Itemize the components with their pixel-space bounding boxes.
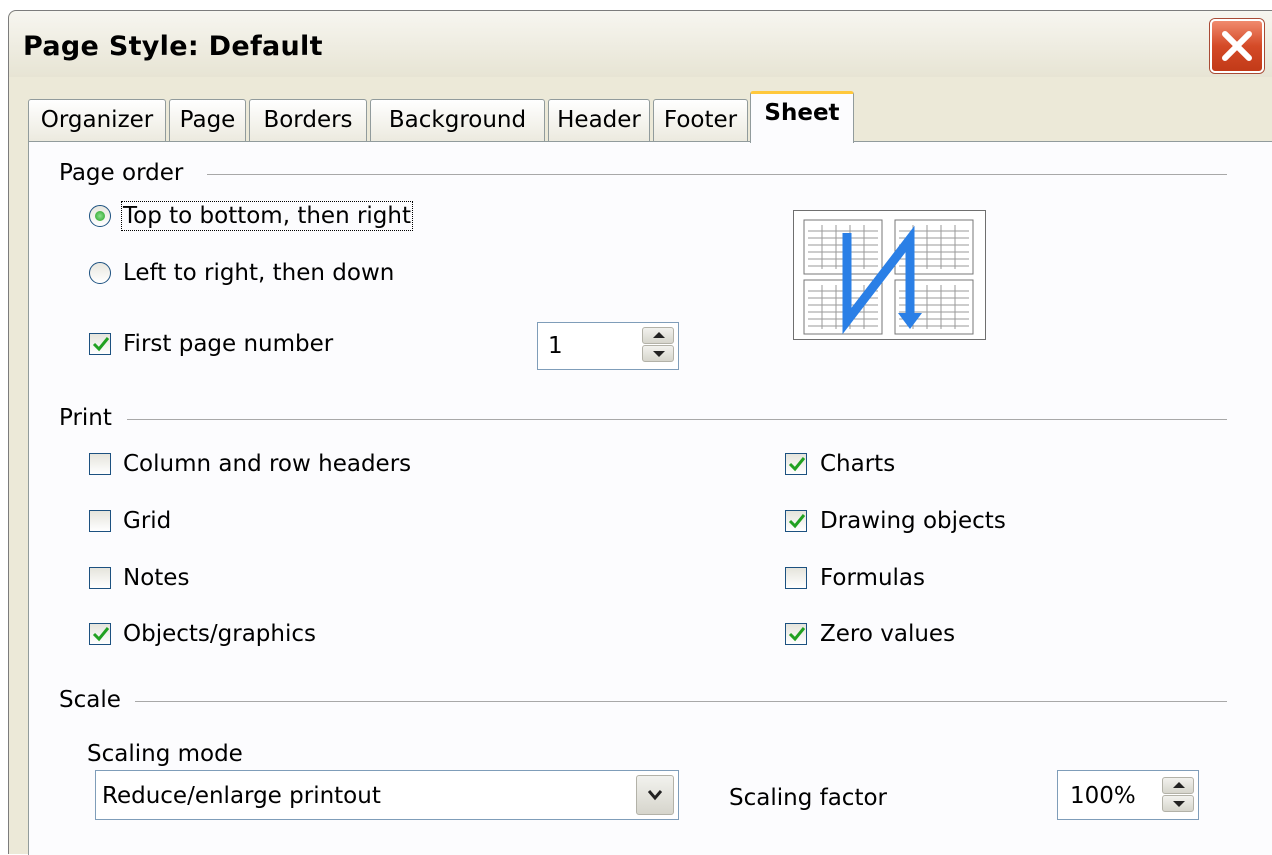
dialog-title: Page Style: Default — [23, 31, 323, 62]
page-order-preview-icon — [803, 219, 974, 335]
charts-checkbox[interactable] — [785, 453, 807, 475]
notes-checkbox[interactable] — [89, 567, 111, 589]
column-row-headers-checkbox[interactable] — [89, 453, 111, 475]
tab-sheet[interactable]: Sheet — [750, 91, 854, 143]
page-order-preview — [793, 210, 986, 340]
tab-footer[interactable]: Footer — [653, 99, 748, 141]
charts-label[interactable]: Charts — [820, 451, 895, 477]
tab-header[interactable]: Header — [548, 99, 650, 141]
close-button[interactable] — [1210, 19, 1264, 73]
column-row-headers-label[interactable]: Column and row headers — [123, 451, 411, 477]
spin-up-button[interactable] — [642, 327, 674, 344]
page-style-dialog: Page Style: Default Organizer Page Borde… — [8, 10, 1272, 855]
spin-down-button[interactable] — [1162, 795, 1194, 812]
scale-divider — [135, 701, 1227, 702]
notes-label[interactable]: Notes — [123, 565, 189, 591]
left-to-right-label[interactable]: Left to right, then down — [123, 260, 394, 286]
tab-borders[interactable]: Borders — [249, 99, 367, 141]
scaling-mode-value: Reduce/enlarge printout — [102, 783, 381, 809]
objects-graphics-label[interactable]: Objects/graphics — [123, 621, 316, 647]
objects-graphics-checkbox[interactable] — [89, 623, 111, 645]
zero-values-label[interactable]: Zero values — [820, 621, 955, 647]
tab-page[interactable]: Page — [169, 99, 246, 141]
tab-background[interactable]: Background — [370, 99, 545, 141]
first-page-number-value: 1 — [548, 333, 563, 359]
scaling-factor-label: Scaling factor — [729, 785, 887, 811]
title-bar[interactable]: Page Style: Default — [9, 11, 1272, 77]
spin-up-button[interactable] — [1162, 777, 1194, 794]
drawing-objects-label[interactable]: Drawing objects — [820, 508, 1006, 534]
scaling-factor-value: 100% — [1070, 783, 1136, 809]
checkmark-icon — [788, 457, 806, 472]
page-order-heading: Page order — [59, 160, 196, 186]
formulas-checkbox[interactable] — [785, 567, 807, 589]
first-page-number-label[interactable]: First page number — [123, 331, 333, 357]
scaling-mode-dropdown[interactable]: Reduce/enlarge printout — [95, 770, 679, 820]
grid-checkbox[interactable] — [89, 510, 111, 532]
spin-down-button[interactable] — [642, 345, 674, 362]
page-order-divider — [207, 174, 1227, 175]
first-page-number-field[interactable]: 1 — [537, 322, 679, 370]
grid-label[interactable]: Grid — [123, 508, 171, 534]
dropdown-button[interactable] — [636, 775, 674, 815]
chevron-down-icon — [648, 790, 662, 801]
radio-selected-dot — [95, 211, 105, 221]
checkmark-icon — [92, 627, 110, 642]
formulas-label[interactable]: Formulas — [820, 565, 925, 591]
print-heading: Print — [59, 405, 124, 431]
sheet-tab-panel: Page order Top to bottom, then right Lef… — [28, 141, 1272, 855]
scale-heading: Scale — [59, 687, 133, 713]
checkmark-icon — [788, 627, 806, 642]
tab-organizer[interactable]: Organizer — [28, 99, 166, 141]
top-to-bottom-label[interactable]: Top to bottom, then right — [120, 201, 414, 231]
checkmark-icon — [92, 337, 110, 352]
close-icon — [1222, 31, 1252, 61]
scaling-mode-label: Scaling mode — [87, 741, 243, 767]
left-to-right-radio[interactable] — [89, 262, 111, 284]
checkmark-icon — [788, 514, 806, 529]
print-divider — [127, 419, 1227, 420]
zero-values-checkbox[interactable] — [785, 623, 807, 645]
top-to-bottom-radio[interactable] — [89, 205, 111, 227]
drawing-objects-checkbox[interactable] — [785, 510, 807, 532]
scaling-factor-field[interactable]: 100% — [1057, 770, 1199, 820]
first-page-number-checkbox[interactable] — [89, 333, 111, 355]
